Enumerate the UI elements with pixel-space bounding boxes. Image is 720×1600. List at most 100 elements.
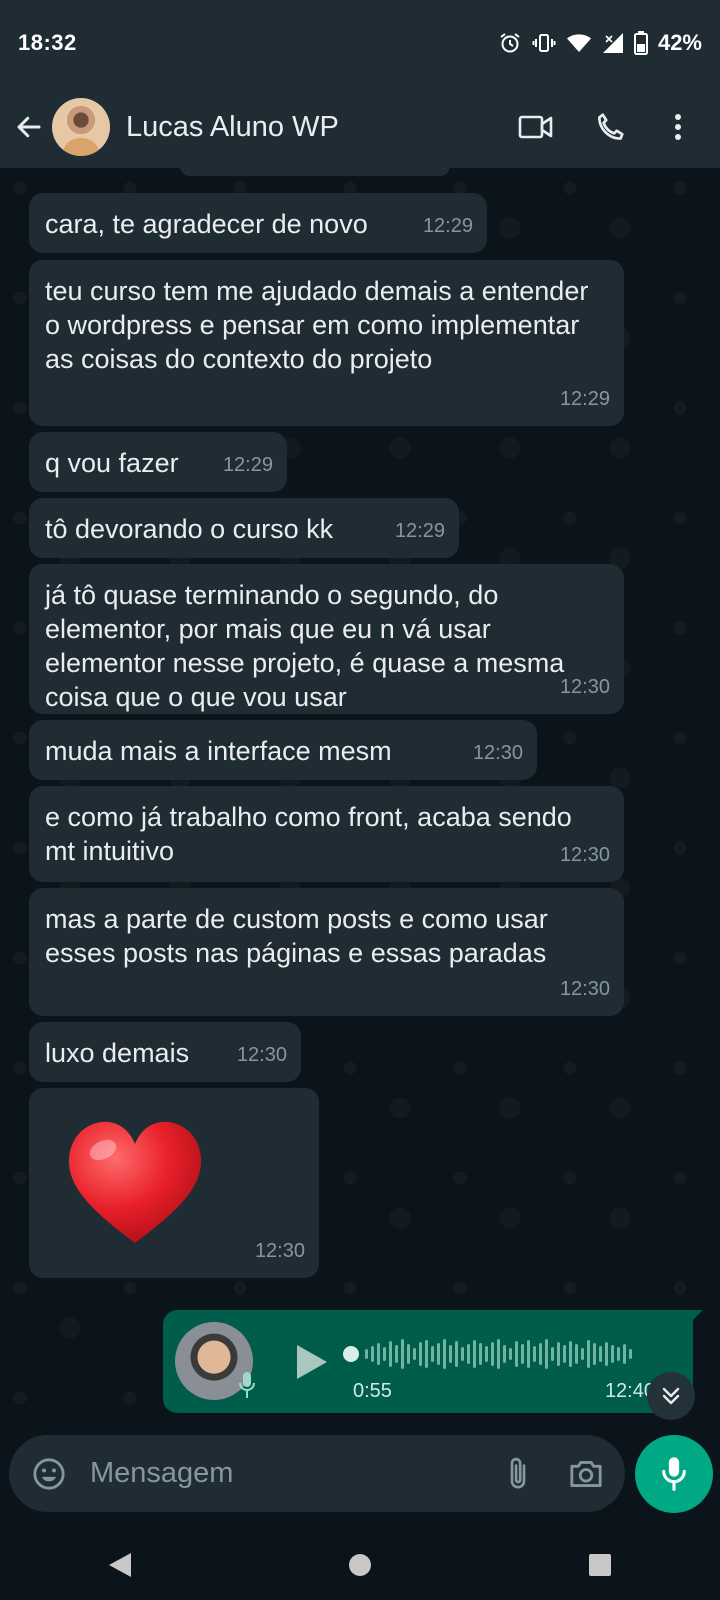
attach-icon: [510, 1457, 526, 1489]
waveform-bar: [557, 1342, 560, 1366]
waveform-bar: [425, 1340, 428, 1368]
previous-message-edge: [180, 168, 450, 176]
message-bubble[interactable]: teu curso tem me ajudado demais a entend…: [29, 260, 624, 426]
voice-mic-icon: [239, 1372, 255, 1398]
waveform-bar: [377, 1343, 380, 1365]
nav-recents-button[interactable]: [560, 1535, 640, 1595]
message-bubble[interactable]: e como já trabalho como front, acaba sen…: [29, 786, 624, 882]
message-bubble[interactable]: muda mais a interface mesm 12:30: [29, 720, 537, 780]
waveform-bar: [593, 1343, 596, 1365]
waveform[interactable]: [343, 1336, 643, 1372]
waveform-bar: [575, 1344, 578, 1364]
waveform-bar: [545, 1339, 548, 1369]
message-text: tô devorando o curso kk: [45, 514, 334, 544]
status-bar: 18:32 42%: [0, 0, 720, 86]
voice-duration: 0:55: [353, 1380, 392, 1402]
back-arrow-icon: [17, 116, 41, 138]
status-icons: 42%: [498, 30, 702, 56]
camera-icon: [570, 1460, 602, 1487]
camera-button[interactable]: [557, 1445, 615, 1503]
back-button[interactable]: [2, 100, 56, 154]
waveform-bar: [515, 1341, 518, 1367]
message-text: cara, te agradecer de novo: [45, 209, 368, 239]
waveform-bar: [611, 1345, 614, 1363]
mic-icon: [662, 1457, 686, 1491]
message-time: 12:30: [559, 844, 610, 866]
waveform-bar: [623, 1344, 626, 1364]
waveform-bar: [389, 1341, 392, 1367]
message-bubble[interactable]: tô devorando o curso kk 12:29: [29, 498, 459, 558]
nav-home-button[interactable]: [320, 1535, 400, 1595]
message-text: mas a parte de custom posts e como usar …: [45, 904, 548, 968]
waveform-bar: [617, 1347, 620, 1361]
system-nav-bar: [0, 1530, 720, 1600]
waveform-bar: [581, 1348, 584, 1360]
voice-note-bubble[interactable]: 0:55 12:40: [163, 1310, 703, 1413]
nav-recents-icon: [589, 1554, 611, 1576]
emoji-button[interactable]: [18, 1443, 80, 1505]
waveform-bar: [401, 1339, 404, 1369]
message-time: 12:30: [236, 1044, 287, 1066]
voice-call-button[interactable]: [580, 97, 640, 157]
message-text: muda mais a interface mesm: [45, 736, 392, 766]
waveform-bar: [395, 1345, 398, 1363]
message-bubble[interactable]: já tô quase terminando o segundo, do ele…: [29, 564, 624, 714]
chat-area[interactable]: cara, te agradecer de novo 12:29 teu cur…: [0, 168, 720, 1418]
video-call-button[interactable]: [506, 97, 566, 157]
waveform-bar: [569, 1341, 572, 1367]
waveform-bar: [539, 1343, 542, 1365]
waveform-bar: [455, 1341, 458, 1367]
message-text: q vou fazer: [45, 448, 179, 478]
nav-back-button[interactable]: [80, 1535, 160, 1595]
waveform-bar: [533, 1346, 536, 1362]
header-actions: [492, 97, 720, 157]
waveform-bar: [383, 1347, 386, 1361]
chat-header: Lucas Aluno WP: [0, 86, 720, 168]
message-bubble[interactable]: luxo demais 12:30: [29, 1022, 301, 1082]
contact-name[interactable]: Lucas Aluno WP: [126, 111, 339, 144]
message-bubble[interactable]: cara, te agradecer de novo 12:29: [29, 193, 487, 253]
waveform-bar: [509, 1348, 512, 1360]
message-time: 12:30: [559, 676, 610, 698]
emoji-message-bubble[interactable]: 12:30: [29, 1088, 319, 1278]
wifi-icon: [566, 32, 592, 54]
record-voice-button[interactable]: [635, 1435, 713, 1513]
message-time: 12:30: [254, 1240, 305, 1262]
play-icon[interactable]: [293, 1342, 329, 1382]
waveform-bar: [431, 1346, 434, 1362]
message-bubble[interactable]: mas a parte de custom posts e como usar …: [29, 888, 624, 1016]
message-time: 12:29: [222, 454, 273, 476]
message-time: 12:30: [559, 978, 610, 1000]
waveform-bar: [629, 1349, 632, 1359]
emoji-icon: [33, 1457, 65, 1490]
waveform-bar: [461, 1347, 464, 1361]
waveform-bar: [551, 1347, 554, 1361]
message-time: 12:29: [394, 520, 445, 542]
message-text: teu curso tem me ajudado demais a entend…: [45, 276, 589, 374]
message-time: 12:30: [472, 742, 523, 764]
waveform-bar: [605, 1342, 608, 1366]
attach-button[interactable]: [489, 1445, 547, 1503]
more-options-button[interactable]: [648, 97, 708, 157]
waveform-bar: [479, 1343, 482, 1365]
message-input[interactable]: [88, 1456, 489, 1491]
waveform-position-dot: [343, 1346, 359, 1362]
message-bubble[interactable]: q vou fazer 12:29: [29, 432, 287, 492]
status-time: 18:32: [18, 30, 77, 55]
more-options-icon: [675, 114, 681, 140]
nav-back-icon: [109, 1553, 131, 1577]
waveform-bar: [563, 1345, 566, 1363]
message-text: luxo demais: [45, 1038, 190, 1068]
scroll-down-button[interactable]: [647, 1372, 695, 1420]
waveform-bar: [497, 1339, 500, 1369]
waveform-bar: [599, 1346, 602, 1362]
waveform-bar: [413, 1348, 416, 1360]
waveform-bar: [467, 1344, 470, 1364]
waveform-bar: [449, 1345, 452, 1363]
waveform-bar: [527, 1340, 530, 1368]
waveform-bar: [521, 1344, 524, 1364]
waveform-bar: [371, 1346, 374, 1362]
contact-avatar[interactable]: [52, 98, 110, 156]
waveform-bar: [407, 1344, 410, 1364]
nav-home-icon: [349, 1554, 371, 1576]
